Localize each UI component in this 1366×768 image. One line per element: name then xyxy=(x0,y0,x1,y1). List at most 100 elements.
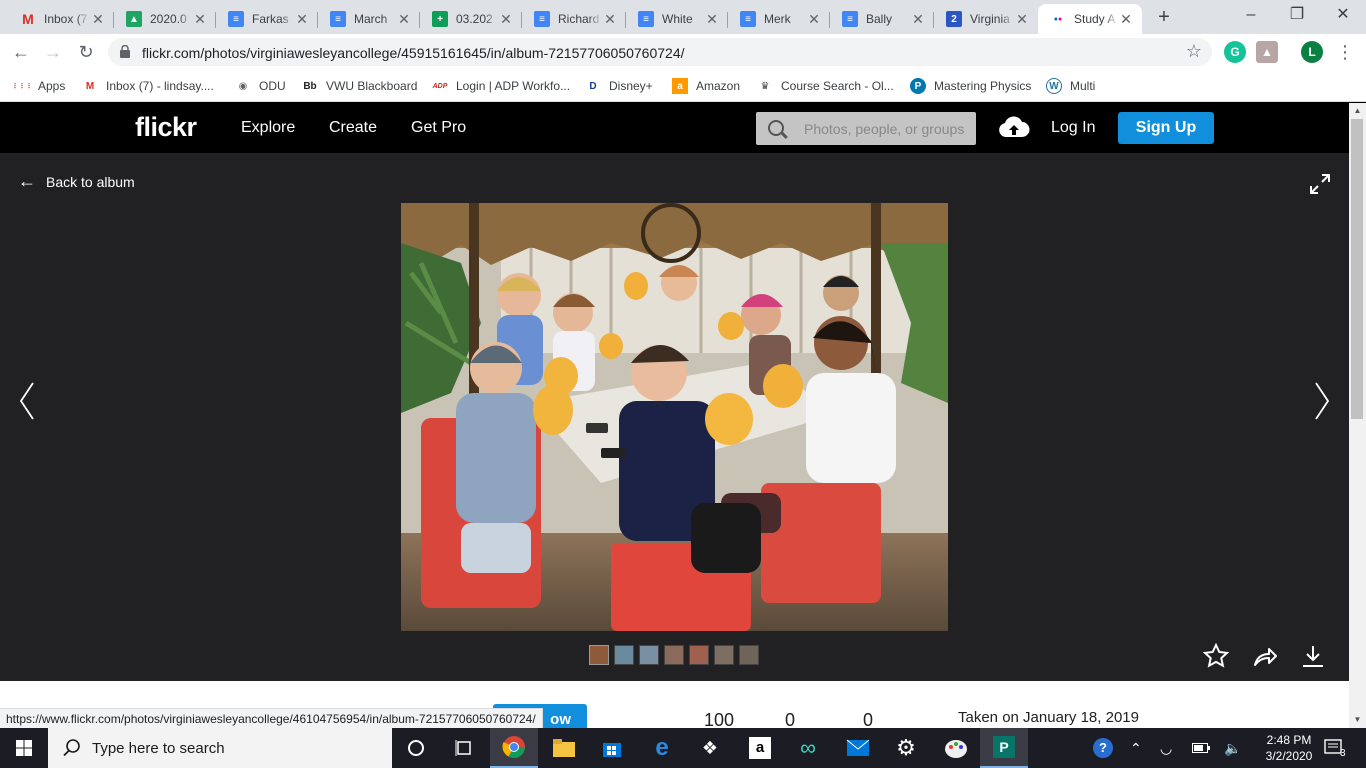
grammarly-extension-icon[interactable]: G xyxy=(1224,41,1246,63)
signup-button[interactable]: Sign Up xyxy=(1118,112,1214,144)
nav-explore[interactable]: Explore xyxy=(241,119,295,137)
thumbnail-5[interactable] xyxy=(689,645,709,665)
browser-tab[interactable]: M Inbox (7 ✕ xyxy=(8,4,114,34)
close-window-button[interactable]: ✕ xyxy=(1320,0,1366,32)
close-tab-icon[interactable]: ✕ xyxy=(1118,11,1134,28)
fullscreen-expand-icon[interactable] xyxy=(1309,173,1331,195)
taskbar-search-box[interactable]: Type here to search xyxy=(48,728,392,768)
page-scrollbar[interactable]: ▲ ▼ xyxy=(1349,103,1366,728)
close-tab-icon[interactable]: ✕ xyxy=(90,11,106,28)
browser-tab[interactable]: ≡ Bally ✕ xyxy=(830,4,934,34)
amazon-icon[interactable]: a xyxy=(736,728,784,768)
previous-photo-arrow-icon[interactable] xyxy=(17,381,37,421)
infinity-app-icon[interactable]: ∞ xyxy=(784,728,832,768)
thumbnail-4[interactable] xyxy=(664,645,684,665)
bookmark-item[interactable]: ◉ ODU xyxy=(235,77,286,95)
publisher-app-icon[interactable]: P xyxy=(980,728,1028,768)
bookmark-item[interactable]: Bb VWU Blackboard xyxy=(302,77,417,95)
bookmark-label: Multi xyxy=(1070,79,1096,93)
thumbnail-1[interactable] xyxy=(589,645,609,665)
restore-button[interactable]: ❐ xyxy=(1274,0,1320,32)
scroll-down-arrow-icon[interactable]: ▼ xyxy=(1349,712,1366,728)
system-clock[interactable]: 2:48 PM 3/2/2020 xyxy=(1258,732,1320,764)
help-tray-icon[interactable]: ? xyxy=(1093,728,1113,768)
browser-tab[interactable]: +03.202 ✕ xyxy=(420,4,522,34)
close-tab-icon[interactable]: ✕ xyxy=(1014,11,1030,28)
login-link[interactable]: Log In xyxy=(1051,119,1095,137)
nav-create[interactable]: Create xyxy=(329,119,377,137)
scroll-up-arrow-icon[interactable]: ▲ xyxy=(1349,103,1366,119)
windows-start-icon[interactable] xyxy=(0,728,48,768)
address-bar[interactable]: flickr.com/photos/virginiawesleyancolleg… xyxy=(108,38,1212,66)
bookmark-label: Amazon xyxy=(696,79,741,93)
bookmark-item[interactable]: ⋮⋮⋮ Apps xyxy=(12,77,66,95)
close-tab-icon[interactable]: ✕ xyxy=(602,11,618,28)
browser-tab[interactable]: ▲ 2020.0 ✕ xyxy=(114,4,216,34)
thumbnail-3[interactable] xyxy=(639,645,659,665)
battery-icon[interactable] xyxy=(1192,728,1210,768)
file-explorer-icon[interactable] xyxy=(540,728,588,768)
cortana-icon[interactable] xyxy=(392,728,440,768)
flickr-logo[interactable]: flickr xyxy=(135,112,197,143)
share-arrow-icon[interactable] xyxy=(1252,643,1278,669)
close-tab-icon[interactable]: ✕ xyxy=(910,11,926,28)
upload-cloud-icon[interactable] xyxy=(998,115,1030,139)
bookmark-item[interactable]: ADP Login | ADP Workfo... xyxy=(432,77,570,95)
lock-icon[interactable] xyxy=(120,45,130,58)
close-tab-icon[interactable]: ✕ xyxy=(294,11,310,28)
close-tab-icon[interactable]: ✕ xyxy=(396,11,412,28)
bookmark-item[interactable]: a Amazon xyxy=(672,77,740,95)
browser-tab[interactable]: ≡ Richard ✕ xyxy=(522,4,626,34)
reload-button[interactable]: ↻ xyxy=(73,39,99,65)
action-center-icon[interactable]: 3 xyxy=(1324,728,1346,768)
mail-icon[interactable] xyxy=(834,728,882,768)
bookmark-item[interactable]: W Multi xyxy=(1046,77,1095,95)
nav-get-pro[interactable]: Get Pro xyxy=(411,119,466,137)
thumbnail-7[interactable] xyxy=(739,645,759,665)
microsoft-store-icon[interactable] xyxy=(588,728,636,768)
next-photo-arrow-icon[interactable] xyxy=(1312,381,1332,421)
bookmark-item[interactable]: D Disney+ xyxy=(585,77,652,95)
new-tab-button[interactable]: + xyxy=(1152,6,1176,30)
close-tab-icon[interactable]: ✕ xyxy=(192,11,208,28)
scrollbar-thumb[interactable] xyxy=(1351,119,1363,419)
pdf-extension-icon[interactable]: ▲ xyxy=(1256,41,1278,63)
chrome-taskbar-icon[interactable] xyxy=(490,728,538,768)
minimize-button[interactable]: – xyxy=(1228,0,1274,32)
bookmark-star-icon[interactable]: ☆ xyxy=(1186,41,1202,62)
profile-avatar[interactable]: L xyxy=(1301,41,1323,63)
main-photo[interactable] xyxy=(401,203,948,631)
chrome-menu-icon[interactable]: ⋮ xyxy=(1332,39,1358,65)
paint-app-icon[interactable] xyxy=(932,728,980,768)
task-view-icon[interactable] xyxy=(440,728,488,768)
thumbnail-2[interactable] xyxy=(614,645,634,665)
browser-tab[interactable]: ≡ White ✕ xyxy=(626,4,728,34)
bookmark-item[interactable]: M Inbox (7) - lindsay.... xyxy=(82,77,214,95)
edge-icon[interactable]: e xyxy=(638,728,686,768)
browser-tab[interactable]: 2 Virginia ✕ xyxy=(934,4,1038,34)
browser-tab[interactable]: ≡ March ✕ xyxy=(318,4,420,34)
browser-tab[interactable]: ● ● Study A ✕ xyxy=(1038,4,1142,34)
close-tab-icon[interactable]: ✕ xyxy=(498,11,514,28)
wifi-icon[interactable]: ◡ xyxy=(1160,728,1172,768)
back-to-album-link[interactable]: ← Back to album xyxy=(18,171,135,192)
back-button[interactable]: ← xyxy=(8,39,34,65)
close-tab-icon[interactable]: ✕ xyxy=(704,11,720,28)
notification-count: 3 xyxy=(1340,747,1346,759)
bookmark-item[interactable]: ♛ Course Search - Ol... xyxy=(757,77,894,95)
download-icon[interactable] xyxy=(1300,643,1326,669)
close-tab-icon[interactable]: ✕ xyxy=(806,11,822,28)
forward-button[interactable]: → xyxy=(40,39,66,65)
favorite-star-icon[interactable] xyxy=(1203,643,1229,669)
search-input[interactable] xyxy=(804,112,974,145)
tab-title: Bally xyxy=(866,12,893,26)
settings-gear-icon[interactable]: ⚙ xyxy=(882,728,930,768)
browser-tab[interactable]: ≡ Merk ✕ xyxy=(728,4,830,34)
thumbnail-6[interactable] xyxy=(714,645,734,665)
flickr-search-box[interactable] xyxy=(756,112,976,145)
dropbox-icon[interactable]: ❖ xyxy=(686,728,734,768)
bookmark-item[interactable]: P Mastering Physics xyxy=(910,77,1031,95)
volume-icon[interactable]: 🔈 xyxy=(1224,728,1241,768)
show-hidden-icons-chevron-icon[interactable]: ⌃ xyxy=(1130,728,1142,768)
browser-tab[interactable]: ≡ Farkas ✕ xyxy=(216,4,318,34)
